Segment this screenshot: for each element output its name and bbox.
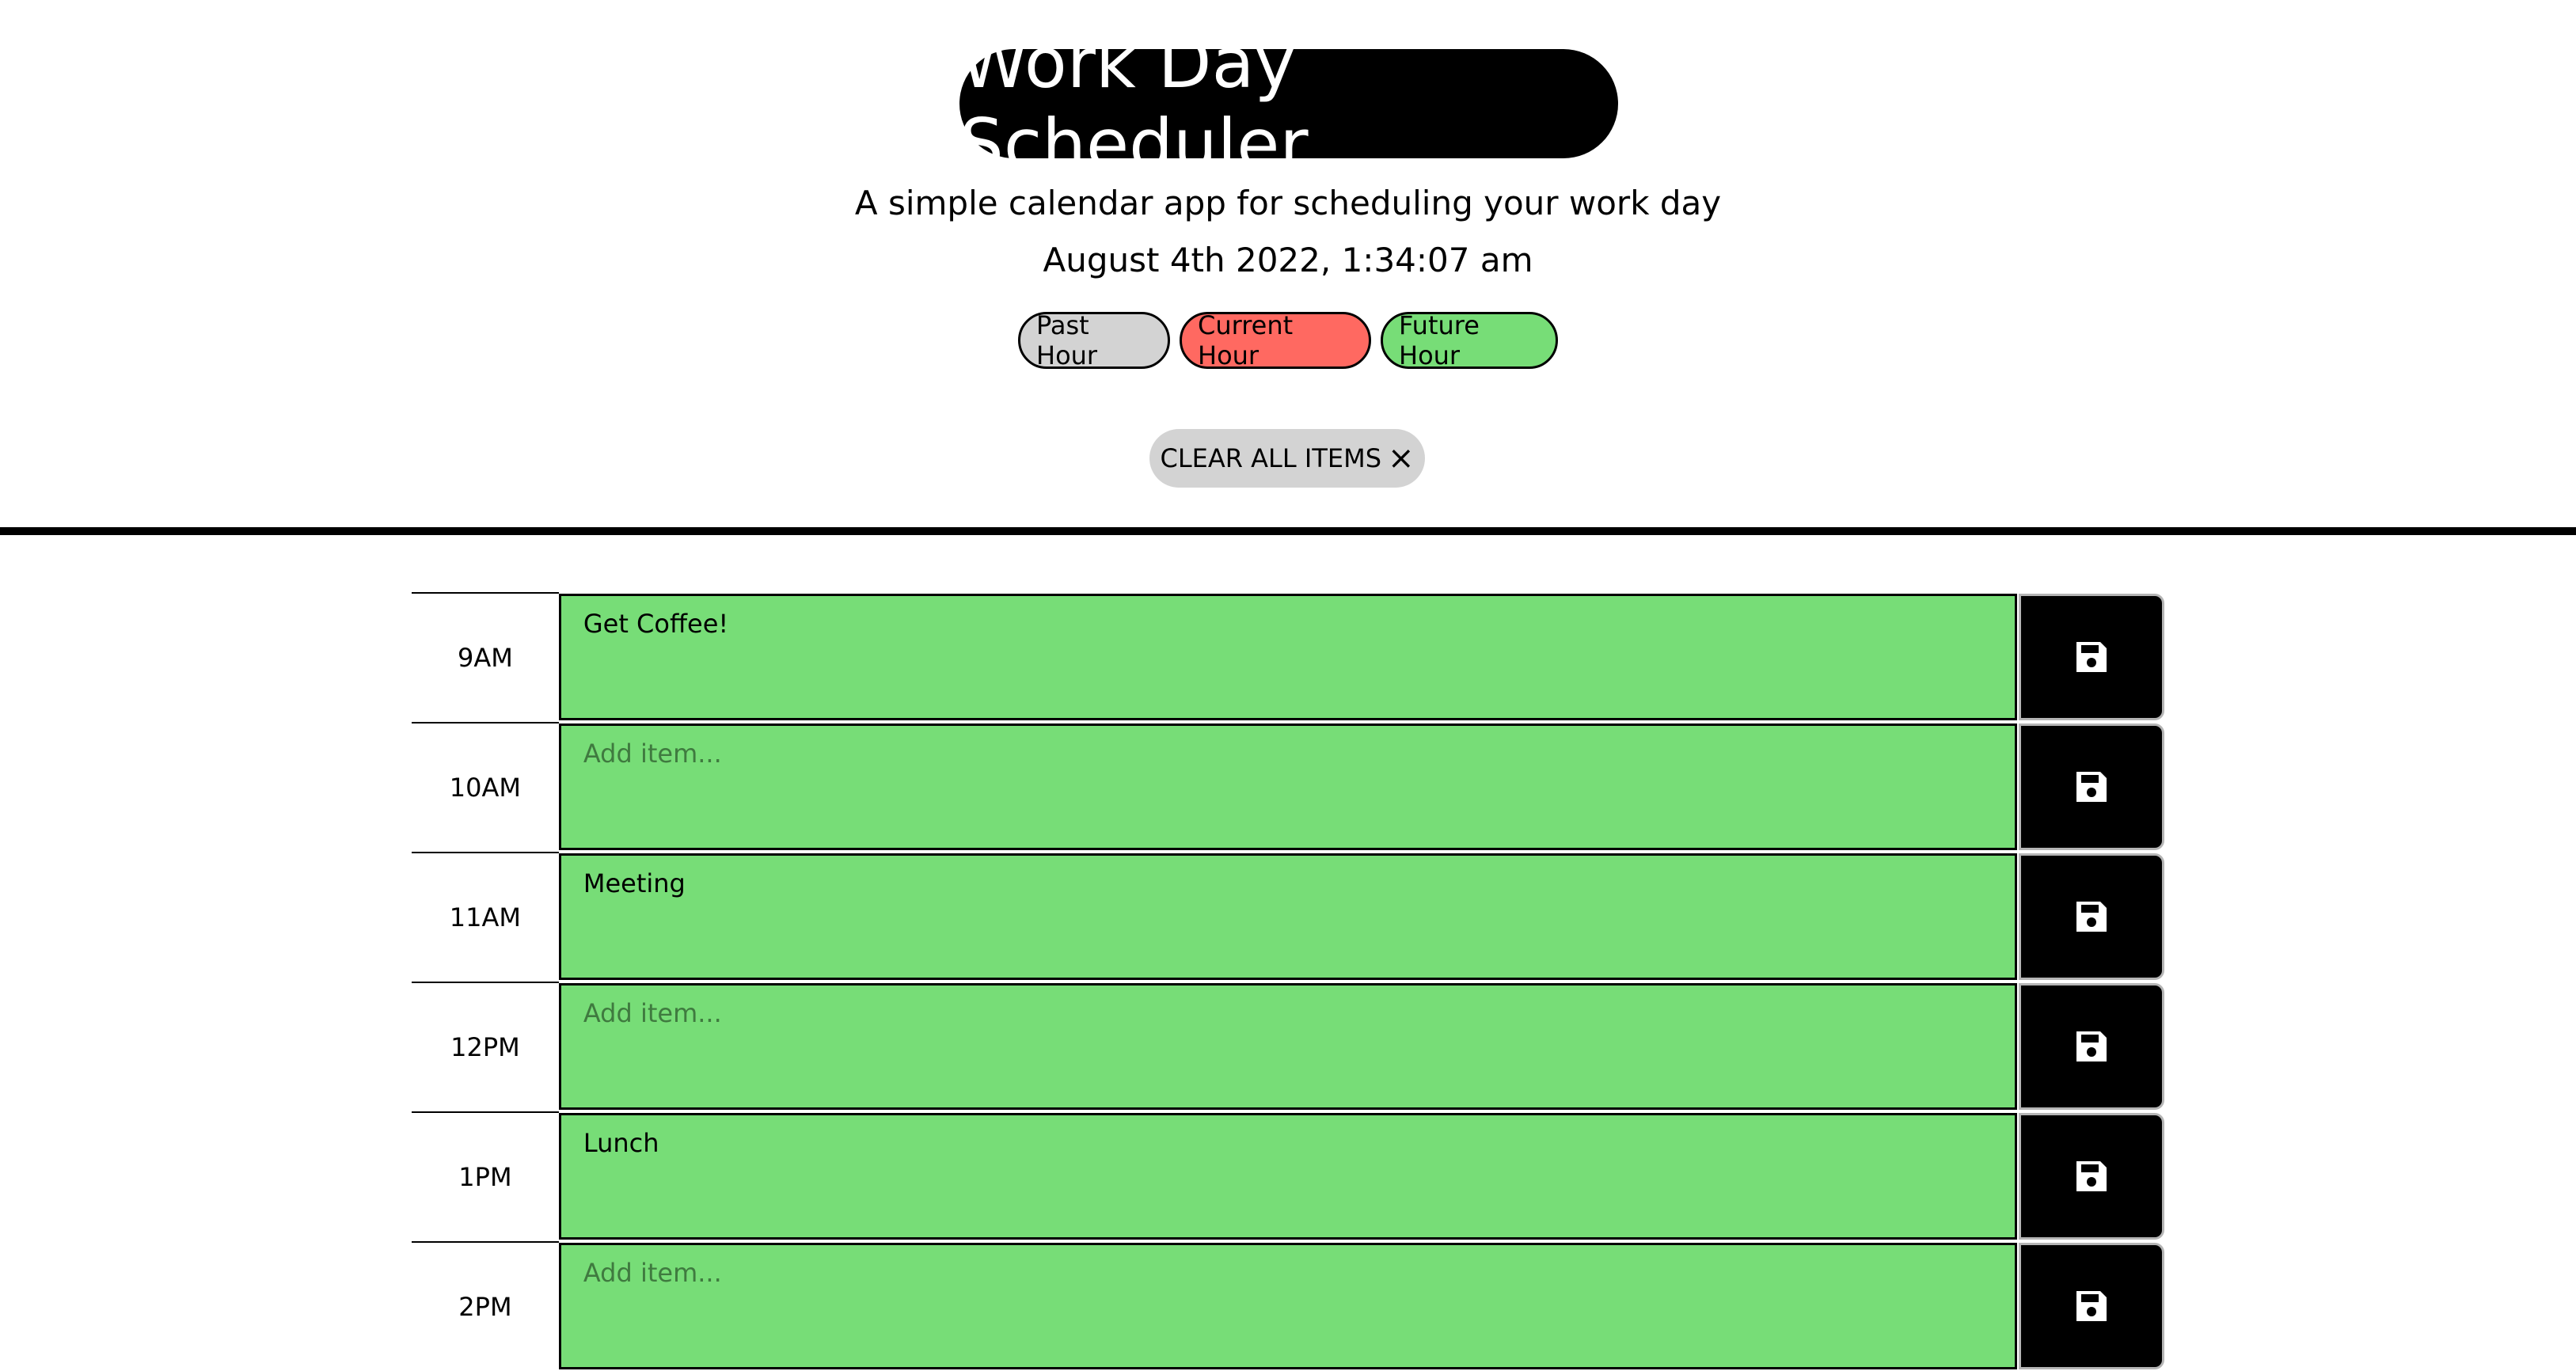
floppy-disk-icon: [2076, 902, 2107, 932]
save-button[interactable]: [2019, 853, 2164, 980]
save-button[interactable]: [2019, 983, 2164, 1110]
save-button[interactable]: [2019, 594, 2164, 720]
time-block-row: 10AM: [412, 722, 2164, 852]
time-block-row: 9AM: [412, 592, 2164, 722]
close-icon: ×: [1388, 440, 1415, 477]
item-input[interactable]: [558, 594, 2018, 720]
hour-legend: Past Hour Current Hour Future Hour: [0, 310, 2576, 370]
floppy-disk-icon: [2076, 1031, 2107, 1061]
time-block-row: 12PM: [412, 982, 2164, 1111]
page-title: Work Day Scheduler: [959, 22, 1618, 185]
floppy-disk-icon: [2076, 642, 2107, 672]
hour-label: 1PM: [412, 1111, 559, 1241]
item-input[interactable]: [558, 1113, 2018, 1240]
page-header: Work Day Scheduler A simple calendar app…: [0, 0, 2576, 535]
item-input[interactable]: [558, 983, 2018, 1110]
item-input[interactable]: [558, 723, 2018, 850]
legend-current-hour: Current Hour: [1180, 310, 1371, 370]
time-block-row: 11AM: [412, 852, 2164, 982]
floppy-disk-icon: [2076, 772, 2107, 802]
clear-all-button[interactable]: CLEAR ALL ITEMS ×: [1149, 429, 1425, 488]
time-block-row: 1PM: [412, 1111, 2164, 1241]
save-button[interactable]: [2019, 1243, 2164, 1369]
schedule-list: 9AM 10AM 11AM: [412, 592, 2164, 1371]
item-input[interactable]: [558, 853, 2018, 980]
page-subtitle: A simple calendar app for scheduling you…: [854, 184, 1722, 222]
hour-label: 9AM: [412, 592, 559, 722]
current-datetime: August 4th 2022, 1:34:07 am: [1043, 241, 1533, 279]
hour-label: 10AM: [412, 722, 559, 852]
time-block-row: 2PM: [412, 1241, 2164, 1371]
hour-label: 11AM: [412, 852, 559, 982]
hour-label: 2PM: [412, 1241, 559, 1371]
clear-all-label: CLEAR ALL ITEMS: [1160, 443, 1381, 473]
save-button[interactable]: [2019, 723, 2164, 850]
floppy-disk-icon: [2076, 1161, 2107, 1191]
legend-past-hour: Past Hour: [1018, 310, 1170, 370]
hour-label: 12PM: [412, 982, 559, 1111]
save-button[interactable]: [2019, 1113, 2164, 1240]
item-input[interactable]: [558, 1243, 2018, 1369]
legend-future-hour: Future Hour: [1381, 310, 1558, 370]
floppy-disk-icon: [2076, 1291, 2107, 1321]
